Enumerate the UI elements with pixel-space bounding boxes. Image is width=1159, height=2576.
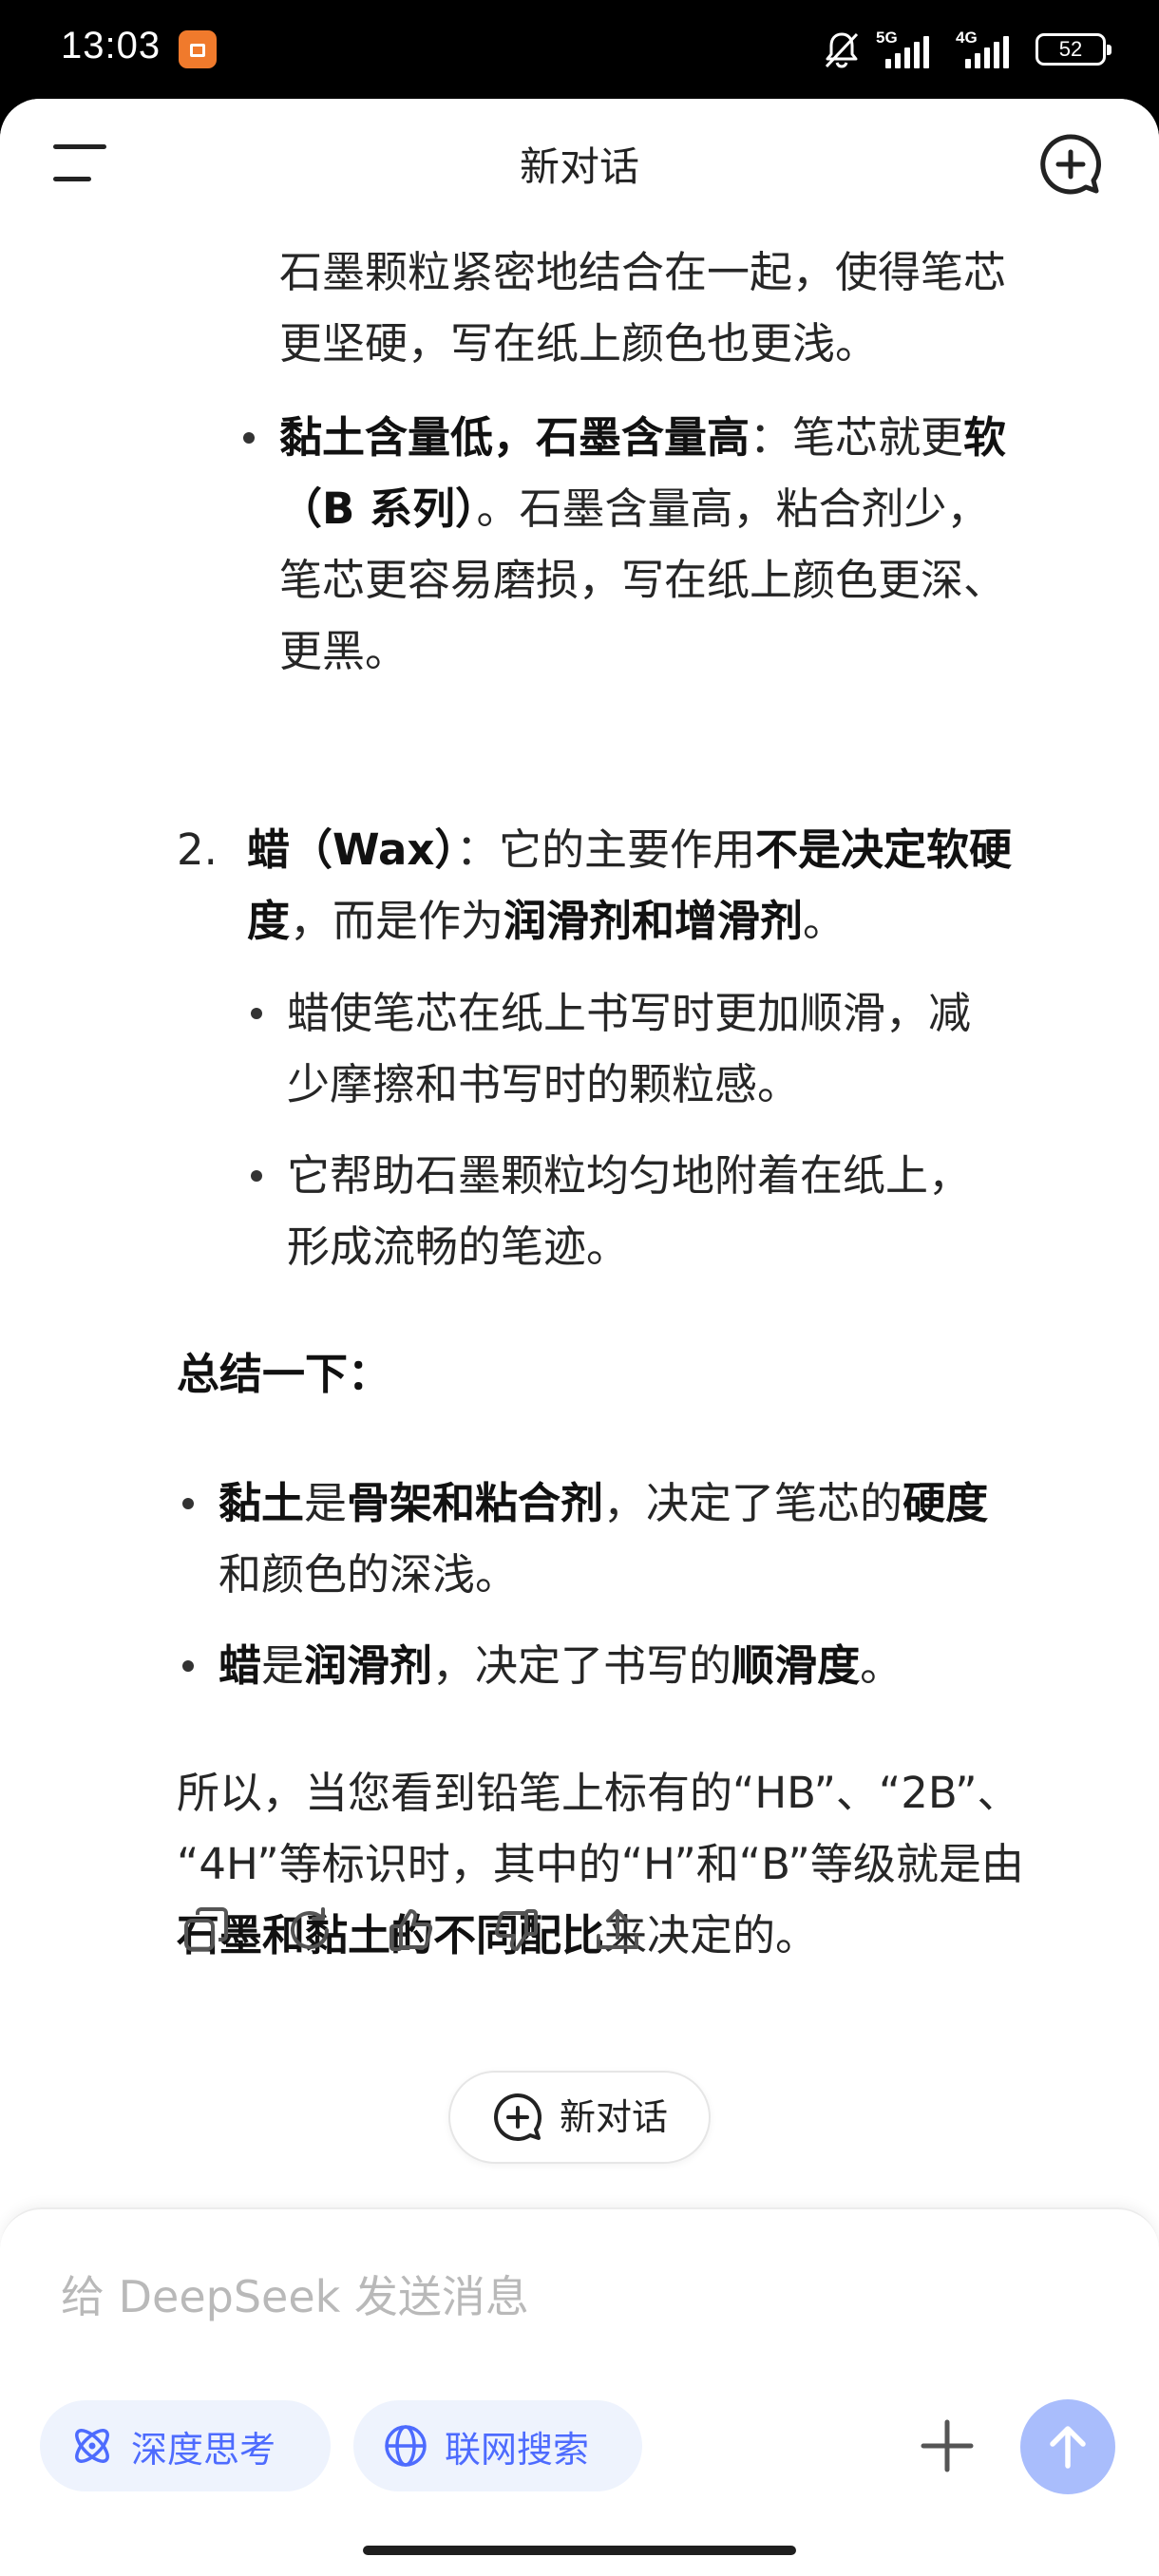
- chat-plus-icon: [1040, 134, 1101, 195]
- regenerate-icon[interactable]: [283, 1904, 336, 1957]
- message-composer: 给 DeepSeek 发送消息 深度思考 联网搜索: [0, 2207, 1159, 2576]
- home-indicator[interactable]: [363, 2546, 796, 2555]
- chat-plus-icon: [494, 2093, 542, 2141]
- deep-think-label: 深度思考: [131, 2428, 276, 2471]
- new-chat-button[interactable]: [1037, 131, 1104, 198]
- battery-level: 52: [1058, 37, 1083, 61]
- list-item: 蜡使笔芯在纸上书写时更加顺滑，减 少摩擦和书写时的颗粒感。: [287, 988, 972, 1109]
- bell-muted-icon: [825, 32, 859, 68]
- status-indicators: 5G 4G 52: [821, 23, 1112, 76]
- list-item: 蜡是润滑剂，决定了书写的顺滑度。: [218, 1640, 903, 1691]
- new-conversation-label: 新对话: [559, 2095, 668, 2138]
- new-conversation-button[interactable]: 新对话: [448, 2071, 711, 2164]
- bullet-marker: [182, 1498, 194, 1509]
- deep-think-toggle[interactable]: 深度思考: [40, 2400, 331, 2491]
- list-item: 黏土含量低，石墨含量高：笔芯就更软 （B 系列）。石墨含量高，粘合剂少， 笔芯更…: [279, 412, 1007, 676]
- status-bar: 13:03 5G 4G 52: [0, 0, 1159, 99]
- bullet-marker: [243, 432, 255, 444]
- thumbs-up-icon[interactable]: [386, 1904, 439, 1957]
- chat-screen: 新对话 石墨颗粒紧密地结合在一起，使得笔芯 更坚硬，写在纸上颜色也更浅。 黏土含…: [0, 99, 1159, 2576]
- attach-plus-icon[interactable]: [918, 2416, 977, 2475]
- thumbs-down-icon[interactable]: [488, 1904, 542, 1957]
- message-actions: [180, 1904, 644, 1957]
- arrow-up-icon: [1050, 2426, 1086, 2469]
- atom-icon: [75, 2429, 109, 2463]
- list-item: 蜡（Wax）：它的主要作用不是决定软硬 度，而是作为润滑剂和增滑剂。: [247, 824, 1012, 946]
- message-input[interactable]: 给 DeepSeek 发送消息: [61, 2263, 529, 2325]
- send-button[interactable]: [1020, 2399, 1115, 2494]
- web-search-toggle[interactable]: 联网搜索: [353, 2400, 642, 2491]
- bullet-marker: [182, 1660, 194, 1672]
- signal-4g-icon: 4G: [956, 28, 1022, 70]
- top-bar: 新对话: [0, 99, 1159, 222]
- bullet-marker: [251, 1008, 262, 1019]
- list-item: 黏土是骨架和粘合剂，决定了笔芯的硬度 和颜色的深浅。: [218, 1478, 989, 1600]
- copy-icon[interactable]: [180, 1904, 234, 1957]
- signal-5g-icon: 5G: [876, 28, 942, 70]
- status-time: 13:03: [61, 25, 162, 66]
- share-icon[interactable]: [591, 1904, 644, 1957]
- message-paragraph: 石墨颗粒紧密地结合在一起，使得笔芯 更坚硬，写在纸上颜色也更浅。: [279, 247, 1007, 369]
- shopping-app-notification-icon: [179, 30, 217, 68]
- battery-icon: 52: [1036, 33, 1112, 66]
- globe-icon: [385, 2425, 427, 2467]
- bullet-marker: [251, 1170, 262, 1182]
- page-title: 新对话: [519, 143, 639, 190]
- list-number: 2.: [177, 824, 218, 875]
- list-item: 它帮助石墨颗粒均匀地附着在纸上， 形成流畅的笔迹。: [287, 1150, 972, 1272]
- summary-heading: 总结一下：: [177, 1349, 391, 1399]
- web-search-label: 联网搜索: [445, 2428, 590, 2471]
